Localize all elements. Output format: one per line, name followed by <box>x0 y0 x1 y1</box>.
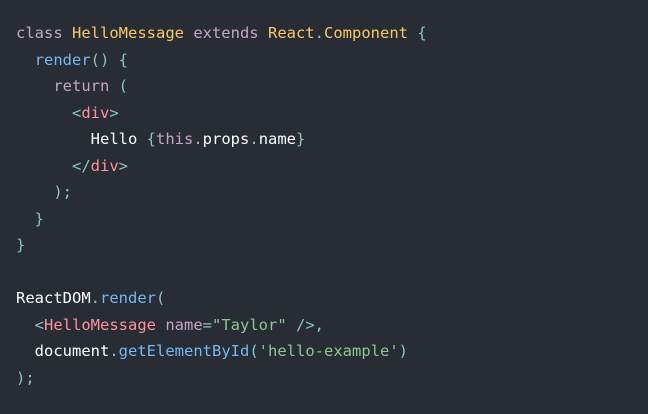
code-line: } <box>16 232 632 259</box>
code-line: class HelloMessage extends React.Compone… <box>16 20 632 47</box>
code-token: . <box>249 130 259 148</box>
code-token: > <box>109 103 119 122</box>
code-token: . <box>314 24 324 42</box>
code-line: document.getElementById('hello-example') <box>16 338 632 365</box>
code-token: props <box>202 130 250 148</box>
code-token: } <box>34 209 45 228</box>
code-line: ); <box>16 179 632 206</box>
code-token: Hello <box>16 130 147 148</box>
code-token: React <box>267 24 315 42</box>
code-token: () { <box>90 50 128 69</box>
code-token: ); <box>16 368 35 387</box>
code-line: Hello {this.props.name} <box>16 126 632 153</box>
code-token: . <box>90 289 100 307</box>
code-token: getElementById <box>118 342 250 360</box>
code-token: . <box>193 130 203 148</box>
code-line: ReactDOM.render( <box>16 285 632 312</box>
code-line: <div> <box>16 100 632 127</box>
code-token: { <box>146 130 156 148</box>
code-token: ( <box>109 77 128 95</box>
code-block: class HelloMessage extends React.Compone… <box>16 20 632 391</box>
code-token: = <box>202 315 213 334</box>
code-token: class <box>16 24 72 42</box>
code-token: ) <box>398 342 408 360</box>
code-line: } <box>16 206 632 233</box>
code-line: ); <box>16 365 632 392</box>
code-token: } <box>16 236 26 254</box>
code-token: HelloMessage <box>72 24 184 42</box>
code-token: < <box>34 315 45 334</box>
code-token: . <box>109 342 119 360</box>
code-line: return ( <box>16 73 632 100</box>
code-token: ReactDOM <box>16 289 91 307</box>
code-token: { <box>408 24 427 42</box>
code-line: </div> <box>16 153 632 180</box>
code-token: return <box>53 77 110 95</box>
code-token: ); <box>53 183 72 201</box>
code-token: 'hello-example' <box>258 342 399 360</box>
code-line: render() { <box>16 47 632 74</box>
code-token: name <box>258 130 297 148</box>
code-token: this <box>156 130 194 148</box>
code-token: />, <box>286 315 324 334</box>
code-token: document <box>16 342 110 360</box>
code-token: ( <box>156 289 166 307</box>
code-token: render <box>34 50 91 69</box>
code-token: > <box>118 156 129 175</box>
code-token: extends <box>183 24 268 42</box>
code-token: "Taylor" <box>212 315 287 334</box>
code-token: ( <box>249 342 259 360</box>
code-token: div <box>81 103 110 122</box>
code-token: } <box>296 130 306 148</box>
code-token: Component <box>324 24 408 42</box>
code-token: div <box>90 156 119 175</box>
code-token: < <box>72 103 82 122</box>
code-line: <HelloMessage name="Taylor" />, <box>16 312 632 339</box>
code-token: render <box>100 289 156 307</box>
code-token: name <box>156 315 203 334</box>
code-editor: class HelloMessage extends React.Compone… <box>0 0 648 414</box>
code-token: </ <box>72 156 91 175</box>
code-token: HelloMessage <box>44 315 156 334</box>
